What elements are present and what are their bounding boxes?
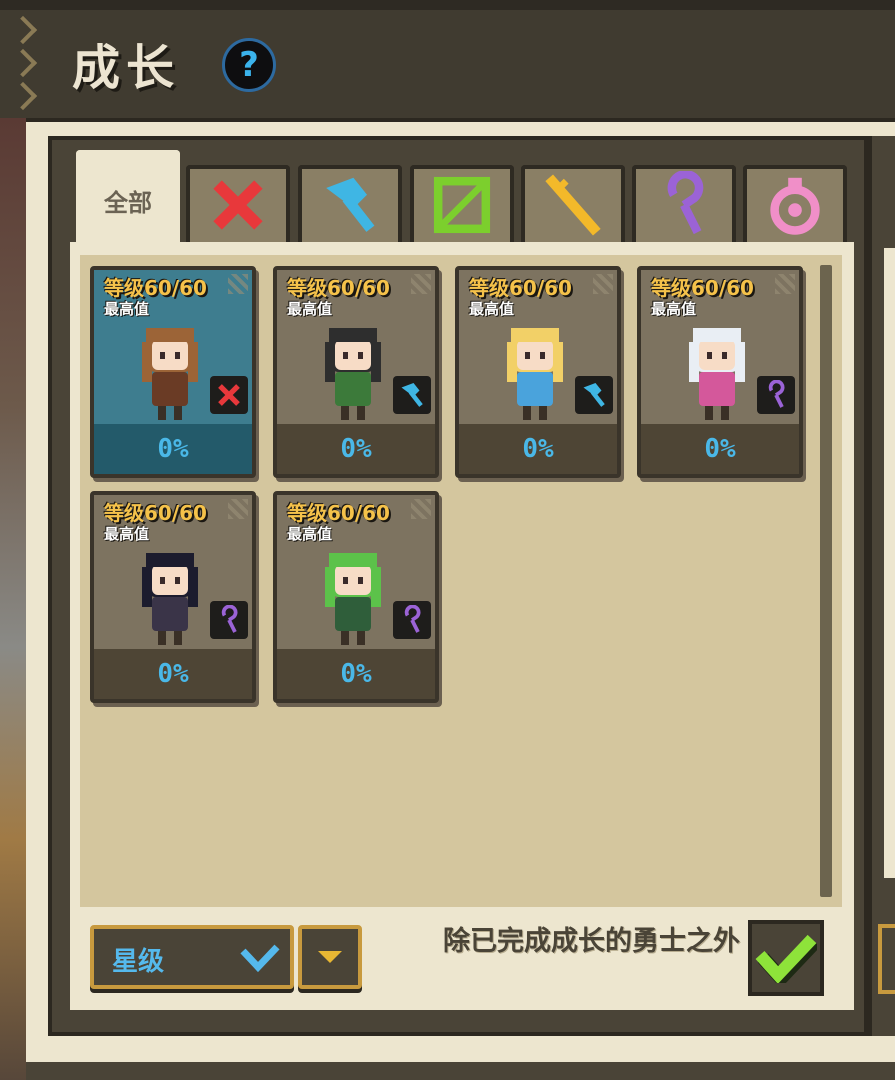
top-stripe	[0, 0, 895, 10]
tab-bow[interactable]	[410, 165, 514, 245]
hero-level: 等级60/60	[104, 276, 207, 300]
hero-max-label: 最高值	[104, 525, 150, 543]
corner-pattern	[411, 274, 431, 294]
help-button[interactable]: ?	[222, 38, 276, 92]
hero-level: 等级60/60	[104, 501, 207, 525]
hero-level: 等级60/60	[287, 276, 390, 300]
hero-portrait	[679, 320, 755, 424]
corner-pattern	[228, 499, 248, 519]
axe-icon	[393, 376, 431, 414]
staff-icon	[757, 376, 795, 414]
hero-progress: 0%	[277, 424, 435, 474]
hero-progress: 0%	[641, 424, 799, 474]
hero-portrait	[315, 320, 391, 424]
chevron-right-icon	[8, 15, 38, 45]
right-panel-edge	[868, 136, 895, 1036]
hero-card[interactable]: 等级60/60 最高值 0%	[90, 266, 256, 478]
hero-level: 等级60/60	[651, 276, 754, 300]
sword-icon	[210, 376, 248, 414]
hero-max-label: 最高值	[469, 300, 515, 318]
hero-max-label: 最高值	[287, 525, 333, 543]
sort-label: 星级	[112, 947, 165, 977]
page-title: 成长	[72, 40, 181, 96]
sort-order-button[interactable]	[298, 925, 362, 989]
tab-axe[interactable]	[298, 165, 402, 245]
staff-icon	[650, 169, 718, 243]
hero-card[interactable]: 等级60/60 最高值 0%	[273, 491, 439, 703]
corner-pattern	[228, 274, 248, 294]
corner-pattern	[411, 499, 431, 519]
scrollbar[interactable]	[820, 265, 832, 897]
spear-icon	[539, 171, 607, 243]
hero-max-label: 最高值	[651, 300, 697, 318]
top-bar: 成长 ?	[0, 0, 895, 122]
hero-progress: 0%	[277, 649, 435, 699]
sort-dropdown[interactable]: 星级	[90, 925, 294, 989]
hero-portrait	[315, 545, 391, 649]
chevron-right-icon	[8, 81, 38, 111]
question-mark-icon: ?	[239, 45, 259, 85]
hero-max-label: 最高值	[104, 300, 150, 318]
tab-sword[interactable]	[186, 165, 290, 245]
right-edge-button[interactable]	[878, 924, 895, 994]
tab-all[interactable]: 全部	[76, 150, 180, 246]
hero-level: 等级60/60	[469, 276, 572, 300]
hero-progress: 0%	[94, 649, 252, 699]
checkmark-icon	[755, 934, 817, 983]
hero-card[interactable]: 等级60/60 最高值 0%	[637, 266, 803, 478]
hero-max-label: 最高值	[287, 300, 333, 318]
hero-portrait	[132, 545, 208, 649]
hero-level: 等级60/60	[287, 501, 390, 525]
triangle-down-icon	[318, 951, 342, 963]
filter-checkbox[interactable]	[748, 920, 824, 996]
tab-staff[interactable]	[632, 165, 736, 245]
checkmark-icon	[240, 944, 280, 973]
hero-progress: 0%	[94, 424, 252, 474]
background-scenery	[0, 118, 26, 1080]
hero-portrait	[497, 320, 573, 424]
back-button[interactable]	[6, 15, 40, 111]
staff-icon	[393, 601, 431, 639]
tab-spear[interactable]	[521, 165, 625, 245]
axe-icon	[316, 171, 384, 243]
axe-icon	[575, 376, 613, 414]
staff-icon	[210, 601, 248, 639]
hero-portrait	[132, 320, 208, 424]
sword-icon	[204, 171, 272, 243]
tab-orb[interactable]	[743, 165, 847, 245]
bow-icon	[428, 171, 496, 243]
hero-progress: 0%	[459, 424, 617, 474]
hero-card[interactable]: 等级60/60 最高值 0%	[455, 266, 621, 478]
chevron-right-icon	[8, 48, 38, 78]
corner-pattern	[775, 274, 795, 294]
hero-card[interactable]: 等级60/60 最高值 0%	[273, 266, 439, 478]
hero-card[interactable]: 等级60/60 最高值 0%	[90, 491, 256, 703]
filter-label: 除已完成成长的勇士之外	[443, 926, 740, 957]
tab-label: 全部	[104, 188, 152, 217]
corner-pattern	[593, 274, 613, 294]
orb-icon	[761, 171, 829, 243]
